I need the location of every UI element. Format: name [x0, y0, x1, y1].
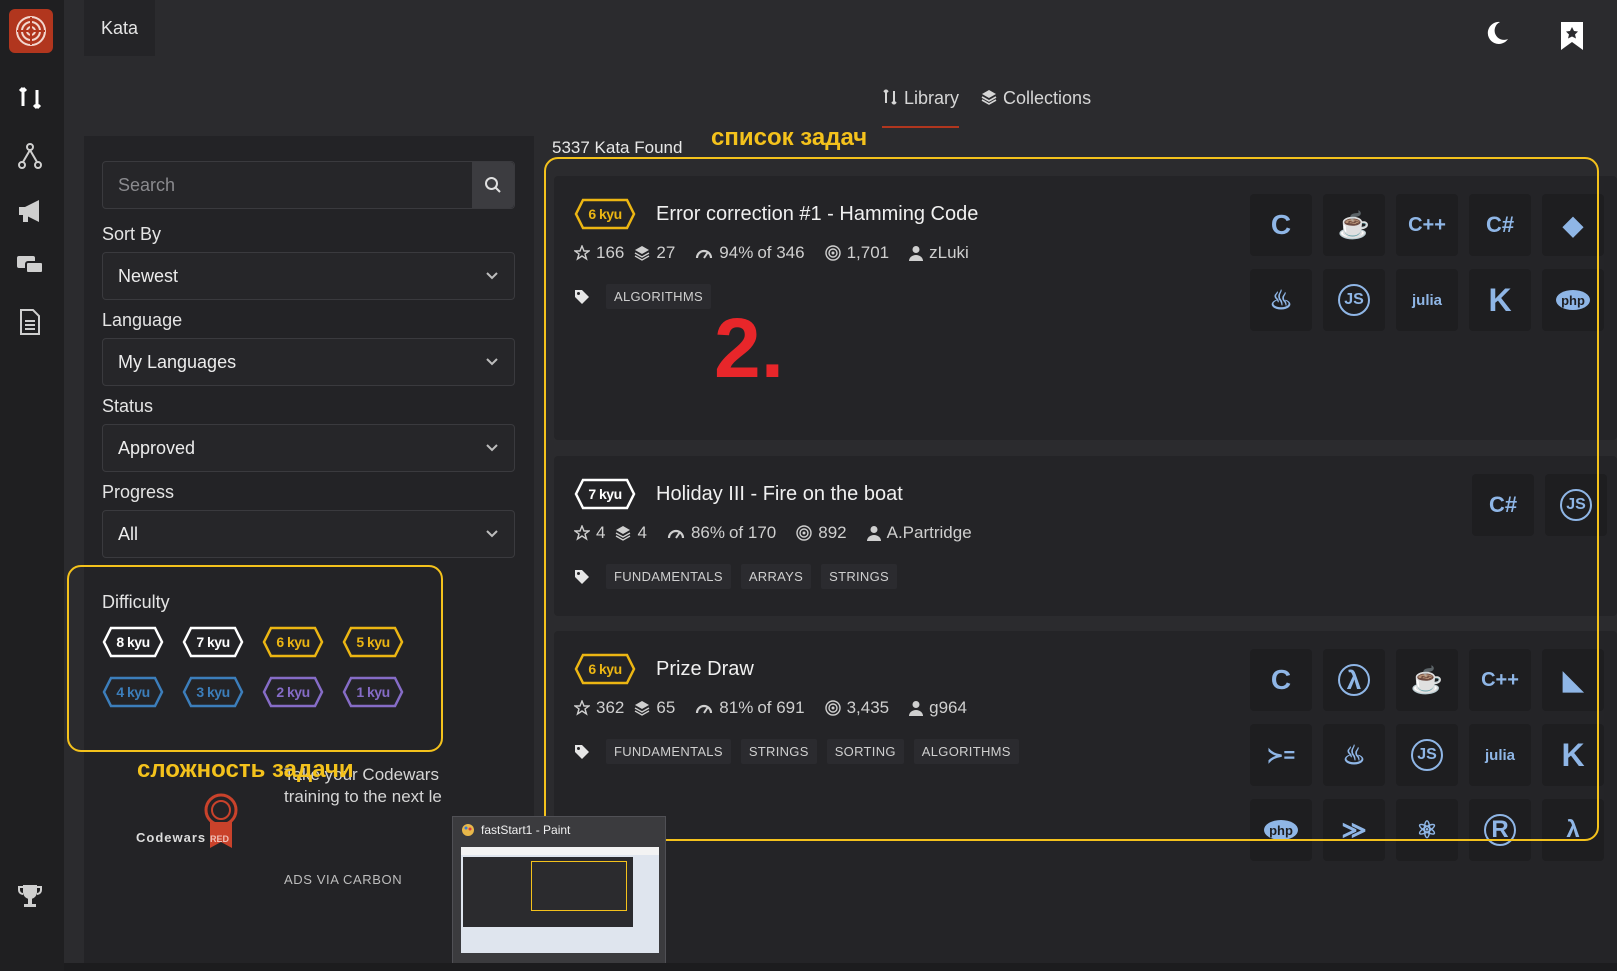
progress-value: All [118, 523, 139, 544]
collections-icon [981, 90, 997, 105]
taskbar-preview-title: fastStart1 - Paint [481, 823, 571, 837]
difficulty-annotation-box [67, 565, 443, 752]
megaphone-icon[interactable] [14, 195, 46, 227]
search-input[interactable] [103, 162, 472, 208]
task-list-annotation: список задач [711, 124, 868, 151]
progress-label: Progress [102, 482, 175, 502]
tab-library[interactable]: Library [882, 88, 960, 128]
task-list-annotation-box [544, 157, 1599, 841]
tab-collections[interactable]: Collections [981, 88, 1091, 128]
language-label: Language [102, 310, 183, 330]
ad-brand: Codewars [136, 830, 207, 845]
chevron-down-icon [486, 272, 498, 280]
marker-annotation: 2. [714, 301, 785, 395]
language-select[interactable]: My Languages [102, 338, 515, 386]
bookmark-icon[interactable] [1559, 20, 1585, 57]
codewars-logo[interactable] [9, 9, 53, 53]
bottom-scrollbar[interactable] [64, 963, 1617, 971]
sort-by-value: Newest [118, 265, 179, 286]
sort-by-label: Sort By [102, 224, 162, 244]
library-tabs: Library Collections [882, 88, 1091, 128]
practice-icon[interactable] [14, 82, 46, 114]
tab-collections-label: Collections [1003, 88, 1092, 108]
status-select[interactable]: Approved [102, 424, 515, 472]
progress-select[interactable]: All [102, 510, 515, 558]
left-nav-rail [0, 0, 64, 971]
library-icon [883, 89, 897, 105]
chevron-down-icon [486, 444, 498, 452]
paint-icon [462, 824, 474, 836]
chevron-down-icon [486, 530, 498, 538]
fork-icon[interactable] [14, 140, 46, 172]
kata-tab[interactable]: Kata [84, 0, 155, 56]
docs-icon[interactable] [14, 306, 46, 338]
ad-badge: RED [210, 834, 230, 844]
taskbar-preview-header: fastStart1 - Paint [461, 823, 570, 837]
difficulty-annotation: сложность задачи [137, 756, 354, 783]
moon-icon[interactable] [1484, 20, 1510, 51]
chevron-down-icon [486, 358, 498, 366]
trophy-icon[interactable] [14, 880, 46, 912]
status-label: Status [102, 396, 154, 416]
status-value: Approved [118, 437, 196, 458]
codewars-red-logo [136, 792, 246, 862]
ad-text-line-2: training to the next le [284, 787, 442, 806]
paint-window-thumbnail [461, 847, 659, 953]
taskbar-preview[interactable]: fastStart1 - Paint [452, 816, 666, 971]
search-box [102, 161, 515, 209]
kata-found-count: 5337 Kata Found [552, 138, 683, 157]
search-icon [485, 177, 501, 193]
discussion-icon[interactable] [14, 250, 46, 282]
language-value: My Languages [118, 351, 237, 372]
sort-by-select[interactable]: Newest [102, 252, 515, 300]
ads-via-carbon[interactable]: ADS VIA CARBON [284, 872, 402, 887]
search-button[interactable] [472, 162, 514, 208]
tab-library-label: Library [904, 88, 960, 108]
